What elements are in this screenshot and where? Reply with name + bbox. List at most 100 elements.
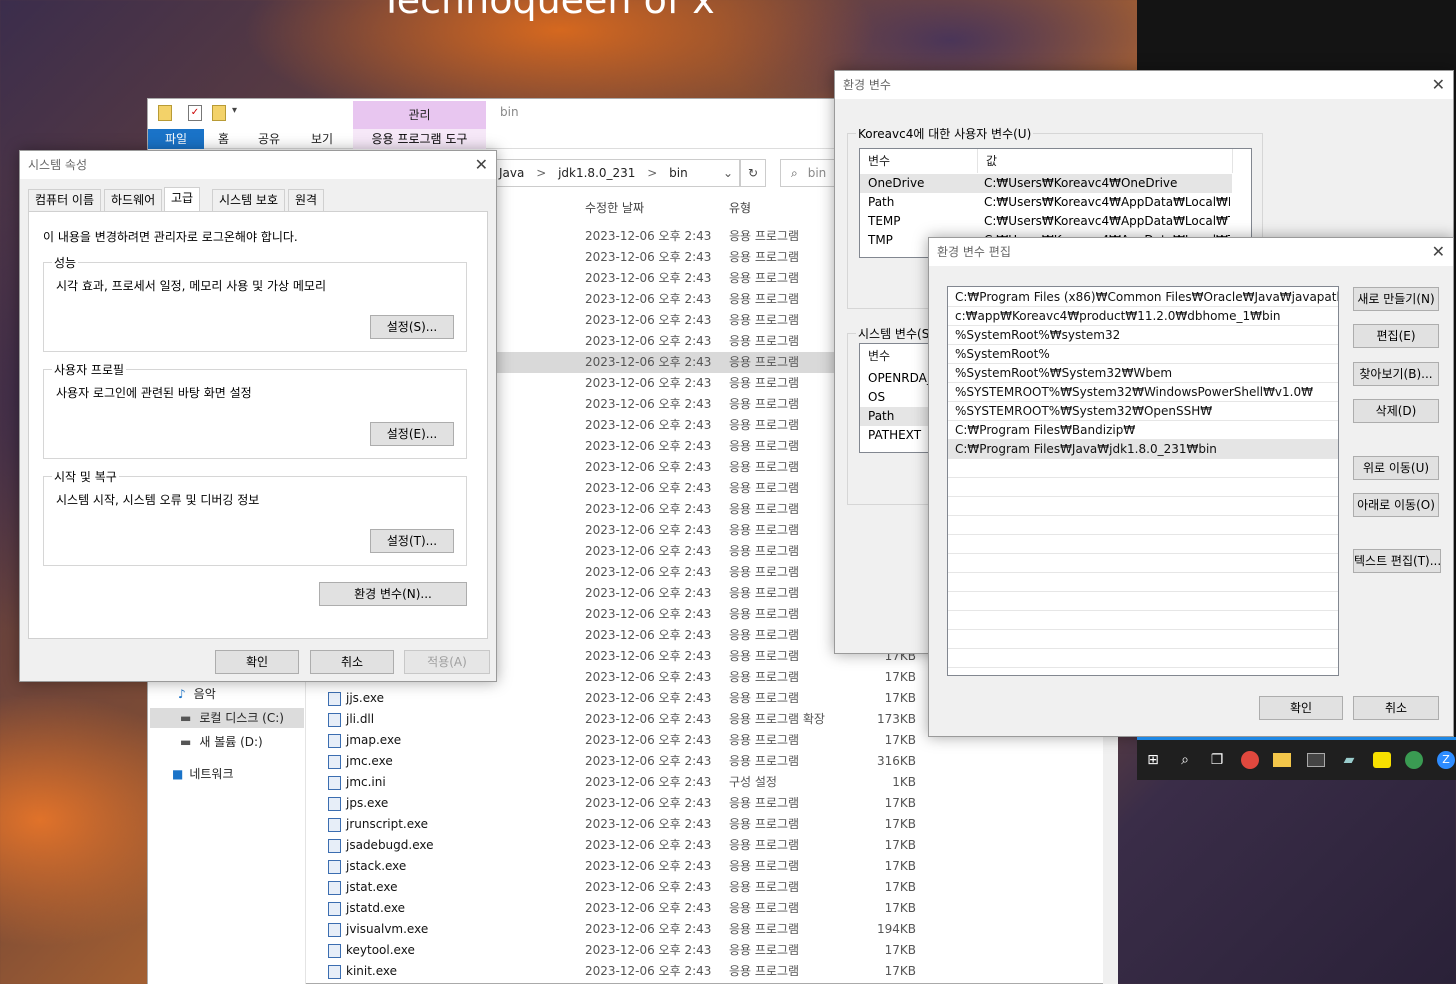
file-explorer-icon[interactable] xyxy=(1273,753,1291,767)
ok-button[interactable]: 확인 xyxy=(1259,696,1343,720)
path-item[interactable] xyxy=(948,535,1338,554)
tab-hardware[interactable]: 하드웨어 xyxy=(104,189,163,211)
search-icon[interactable]: ⌕ xyxy=(1175,750,1195,770)
chevron-down-icon[interactable]: ⌄ xyxy=(723,160,733,186)
nav-item-volume-d[interactable]: ▬ 새 볼륨 (D:) xyxy=(180,732,263,752)
path-item[interactable] xyxy=(948,611,1338,630)
path-item[interactable]: %SYSTEMROOT%₩System32₩WindowsPowerShell₩… xyxy=(948,383,1338,402)
dialog-title: 시스템 속성 xyxy=(20,151,496,179)
nav-item-music[interactable]: ♪ 음악 xyxy=(178,684,216,704)
chrome-icon[interactable] xyxy=(1241,751,1259,769)
nav-item-local-disk-c[interactable]: ▬ 로컬 디스크 (C:) xyxy=(150,708,304,728)
ok-button[interactable]: 확인 xyxy=(215,650,299,674)
environment-variables-button[interactable]: 환경 변수(N)... xyxy=(319,582,467,606)
chevron-down-icon[interactable]: ▾ xyxy=(232,105,237,116)
path-item[interactable]: c:₩app₩Koreavc4₩product₩11.2.0₩dbhome_1₩… xyxy=(948,307,1338,326)
list-item[interactable]: OS xyxy=(860,388,938,407)
move-down-button[interactable]: 아래로 이동(O) xyxy=(1353,493,1439,517)
path-item[interactable] xyxy=(948,649,1338,668)
file-icon xyxy=(328,944,341,958)
tab-computer-name[interactable]: 컴퓨터 이름 xyxy=(28,189,102,211)
browse-button[interactable]: 찾아보기(B)... xyxy=(1353,362,1439,386)
path-item[interactable] xyxy=(948,592,1338,611)
column-header-value[interactable]: 값 xyxy=(978,149,1233,173)
path-list[interactable]: C:₩Program Files (x86)₩Common Files₩Orac… xyxy=(947,286,1339,676)
file-type: 응용 프로그램 xyxy=(729,292,800,306)
list-item[interactable]: TEMP C:₩Users₩Koreavc4₩AppData₩Local₩Temp xyxy=(860,212,1232,231)
new-button[interactable]: 새로 만들기(N) xyxy=(1353,287,1439,311)
list-item[interactable]: PATHEXT xyxy=(860,426,938,445)
tab-view[interactable]: 보기 xyxy=(311,129,333,149)
path-item[interactable]: %SYSTEMROOT%₩System32₩OpenSSH₩ xyxy=(948,402,1338,421)
path-item[interactable]: C:₩Program Files₩Java₩jdk1.8.0_231₩bin xyxy=(948,440,1338,459)
close-icon[interactable]: ✕ xyxy=(1432,238,1445,266)
close-icon[interactable]: ✕ xyxy=(475,151,488,179)
address-bar[interactable]: Java > jdk1.8.0_231 > bin ⌄ xyxy=(488,159,740,187)
task-view-icon[interactable]: ❐ xyxy=(1207,750,1227,770)
path-item[interactable]: C:₩Program Files (x86)₩Common Files₩Orac… xyxy=(948,288,1338,307)
path-item[interactable] xyxy=(948,478,1338,497)
system-variables-list[interactable]: 변수 OPENRDA_ OS Path PATHEXT xyxy=(859,343,939,453)
path-item[interactable] xyxy=(948,516,1338,535)
folder-icon[interactable] xyxy=(158,105,172,121)
tab-system-protection[interactable]: 시스템 보호 xyxy=(212,189,286,211)
path-item[interactable]: %SystemRoot%₩system32 xyxy=(948,326,1338,345)
tab-remote[interactable]: 원격 xyxy=(288,189,325,211)
control-panel-icon[interactable] xyxy=(1307,753,1325,767)
kakaotalk-icon[interactable] xyxy=(1373,752,1391,768)
breadcrumb-bin[interactable]: bin xyxy=(669,166,688,180)
path-item[interactable] xyxy=(948,630,1338,649)
cancel-button[interactable]: 취소 xyxy=(310,650,394,674)
breadcrumb-jdk[interactable]: jdk1.8.0_231 xyxy=(558,166,635,180)
file-date: 2023-12-06 오후 2:43 xyxy=(585,817,712,831)
search-placeholder: bin xyxy=(807,166,827,180)
edit-text-button[interactable]: 텍스트 편집(T)... xyxy=(1353,549,1441,573)
edit-button[interactable]: 편집(E) xyxy=(1353,324,1439,348)
tab-advanced[interactable]: 고급 xyxy=(164,187,201,211)
list-item[interactable]: OPENRDA_ xyxy=(860,369,938,388)
tab-app-tools[interactable]: 응용 프로그램 도구 xyxy=(353,129,486,149)
path-item[interactable] xyxy=(948,497,1338,516)
column-header-variable[interactable]: 변수 xyxy=(860,344,938,368)
tab-home[interactable]: 홈 xyxy=(218,129,229,149)
delete-button[interactable]: 삭제(D) xyxy=(1353,399,1439,423)
column-header-variable[interactable]: 변수 xyxy=(860,149,978,173)
breadcrumb-java[interactable]: Java xyxy=(499,166,524,180)
tab-manage[interactable]: 관리 xyxy=(353,101,486,129)
chrome-icon[interactable] xyxy=(1405,751,1423,769)
new-folder-icon[interactable] xyxy=(212,105,226,121)
path-item[interactable]: C:₩Program Files₩Bandizip₩ xyxy=(948,421,1338,440)
list-item[interactable]: OneDrive C:₩Users₩Koreavc4₩OneDrive xyxy=(860,174,1232,193)
path-item[interactable] xyxy=(948,459,1338,478)
path-item[interactable]: %SystemRoot%₩System32₩Wbem xyxy=(948,364,1338,383)
path-item[interactable]: %SystemRoot% xyxy=(948,345,1338,364)
nav-item-network[interactable]: ■ 네트워크 xyxy=(172,764,234,784)
windows-start-icon[interactable]: ⊞ xyxy=(1143,750,1163,770)
variable-value: C:₩Users₩Koreavc4₩OneDrive xyxy=(984,176,1178,190)
refresh-button[interactable]: ↻ xyxy=(740,159,766,187)
file-type: 응용 프로그램 xyxy=(729,250,800,264)
nav-label: 새 볼륨 (D:) xyxy=(199,735,263,749)
close-icon[interactable]: ✕ xyxy=(1432,71,1445,99)
tab-file[interactable]: 파일 xyxy=(148,129,204,149)
column-header-type[interactable]: 유형 xyxy=(729,199,751,219)
path-item[interactable] xyxy=(948,573,1338,592)
list-item[interactable]: Path xyxy=(860,407,938,426)
zoom-icon[interactable]: Z xyxy=(1437,751,1455,769)
move-up-button[interactable]: 위로 이동(U) xyxy=(1353,456,1439,480)
apply-button[interactable]: 적용(A) xyxy=(404,650,490,674)
file-date: 2023-12-06 오후 2:43 xyxy=(585,271,712,285)
file-type: 응용 프로그램 xyxy=(729,838,800,852)
music-note-icon: ♪ xyxy=(178,687,186,701)
notepad-icon[interactable]: ▰ xyxy=(1339,750,1359,770)
properties-icon[interactable]: ✓ xyxy=(188,105,202,121)
list-item[interactable]: Path C:₩Users₩Koreavc4₩AppData₩Local₩Micr… xyxy=(860,193,1232,212)
tab-share[interactable]: 공유 xyxy=(258,129,280,149)
column-header-date[interactable]: 수정한 날짜 xyxy=(585,199,644,219)
profile-settings-button[interactable]: 설정(E)... xyxy=(370,422,454,446)
cancel-button[interactable]: 취소 xyxy=(1353,696,1439,720)
performance-settings-button[interactable]: 설정(S)... xyxy=(370,315,454,339)
file-size: 17KB xyxy=(884,838,916,852)
startup-settings-button[interactable]: 설정(T)... xyxy=(370,529,454,553)
path-item[interactable] xyxy=(948,554,1338,573)
